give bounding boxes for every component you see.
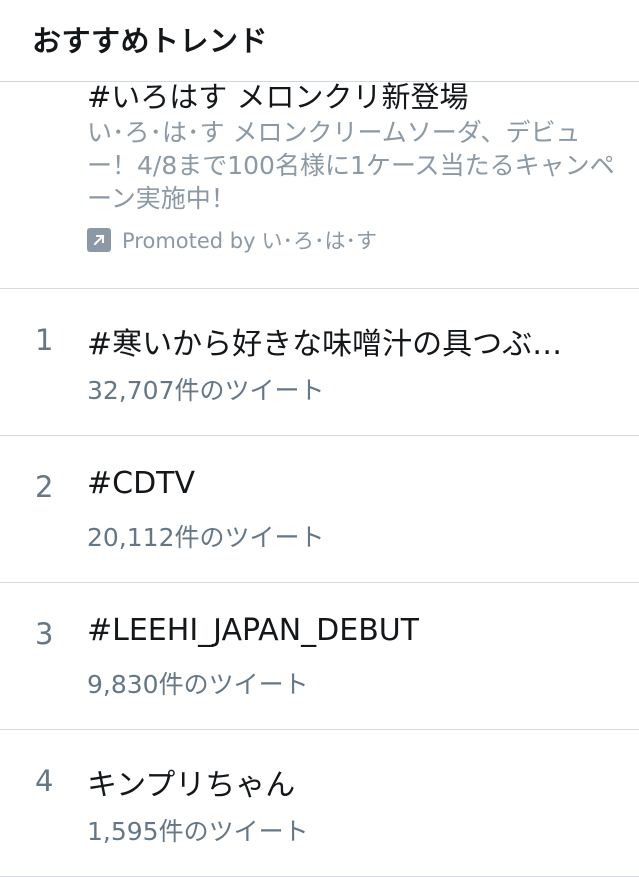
trend-rank: 3 [35,617,54,651]
trend-item[interactable]: 2 #CDTV 20,112件のツイート [0,436,639,583]
trend-rank: 2 [35,470,54,504]
promoted-advertiser[interactable]: い･ろ･は･す [262,229,378,253]
trend-tweet-count: 1,595件のツイート [87,817,309,846]
promoted-by-line: Promoted by い･ろ･は･す [87,225,377,255]
trend-name: #LEEHI_JAPAN_DEBUT [87,613,420,648]
promoted-trend[interactable]: #いろはす メロンクリ新登場 い･ろ･は･す メロンクリームソーダ、デビュー！4… [0,82,639,289]
promoted-trend-title: #いろはす メロンクリ新登場 [87,82,469,114]
trend-item[interactable]: 3 #LEEHI_JAPAN_DEBUT 9,830件のツイート [0,583,639,730]
trend-item[interactable]: 1 #寒いから好きな味噌汁の具つぶ… 32,707件のツイート [0,289,639,436]
trend-name: #寒いから好きな味噌汁の具つぶ… [87,327,563,362]
trends-list: #いろはす メロンクリ新登場 い･ろ･は･す メロンクリームソーダ、デビュー！4… [0,82,639,877]
promoted-arrow-icon [87,228,111,252]
promoted-by-text: Promoted by い･ろ･は･す [122,225,377,255]
page-title: おすすめトレンド [32,24,269,58]
trend-tweet-count: 32,707件のツイート [87,376,325,405]
trend-name: キンプリちゃん [87,768,296,803]
trend-rank: 1 [35,323,54,357]
trend-item[interactable]: 4 キンプリちゃん 1,595件のツイート [0,730,639,877]
trend-name: #CDTV [87,466,196,501]
trend-rank: 4 [35,764,54,798]
trend-tweet-count: 20,112件のツイート [87,523,325,552]
promoted-trend-description: い･ろ･は･す メロンクリームソーダ、デビュー！4/8まで100名様に1ケース当… [87,118,615,213]
trends-header: おすすめトレンド [0,0,639,82]
trend-tweet-count: 9,830件のツイート [87,670,309,699]
promoted-label: Promoted by [122,229,256,253]
